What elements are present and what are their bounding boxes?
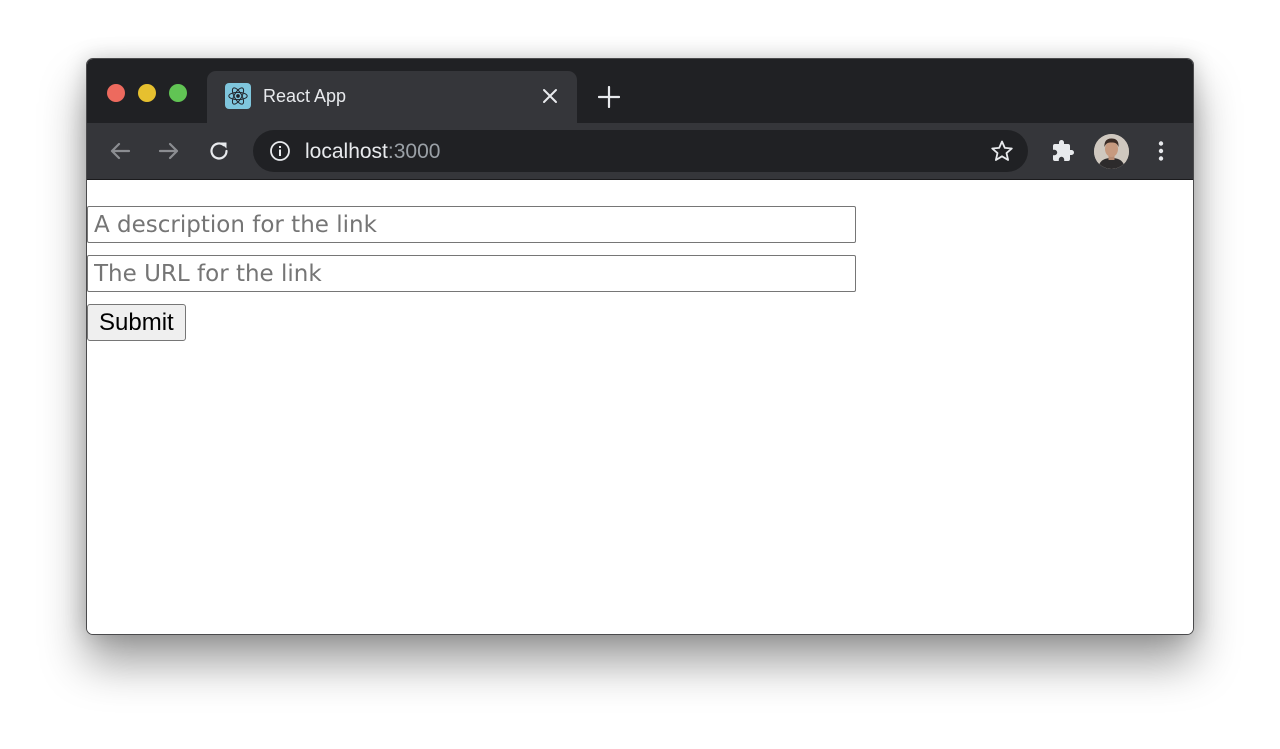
avatar[interactable] [1094,134,1129,169]
url-host: localhost [305,140,388,163]
star-icon[interactable] [990,139,1014,163]
arrow-left-icon[interactable] [106,137,134,165]
tab-title: React App [263,86,347,106]
submit-button[interactable]: Submit [87,304,186,341]
url-input[interactable] [87,255,856,292]
plus-icon[interactable] [597,85,621,109]
puzzle-icon[interactable] [1049,137,1077,165]
url-text[interactable]: localhost:3000 [305,140,440,164]
page-content: Submit [87,181,1193,634]
browser-toolbar: localhost:3000 [87,123,1193,180]
address-bar[interactable]: localhost:3000 [253,130,1028,172]
url-port: :3000 [387,140,441,163]
description-input[interactable] [87,206,856,243]
close-icon[interactable] [540,86,560,106]
window-close-button[interactable] [107,84,125,102]
reload-icon[interactable] [205,137,233,165]
window-minimize-button[interactable] [138,84,156,102]
window-maximize-button[interactable] [169,84,187,102]
arrow-right-icon[interactable] [155,137,183,165]
browser-window: React App localhost:3000 A description f… [86,58,1194,635]
react-logo-icon [225,83,251,109]
browser-tab[interactable]: React App [207,71,577,125]
more-vert-icon[interactable] [1147,137,1175,165]
title-bar: React App [87,59,1193,125]
info-icon[interactable] [269,140,291,162]
